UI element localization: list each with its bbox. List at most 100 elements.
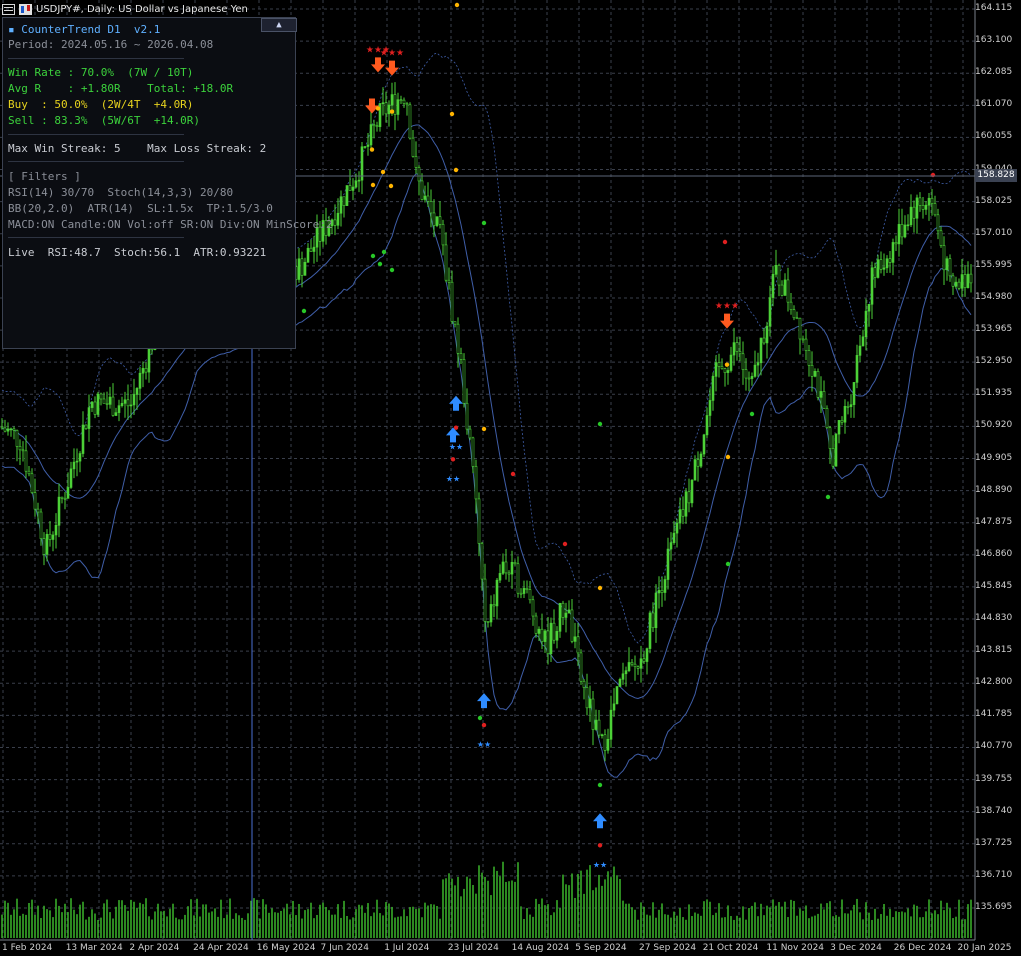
candle-body — [576, 636, 580, 654]
candle-body — [885, 258, 889, 269]
price-tick-label: 137.725 — [975, 837, 1013, 848]
date-tick-label: 1 Jul 2024 — [384, 943, 430, 953]
chart-title: USDJPY#, Daily: US Dollar vs Japanese Ye… — [36, 3, 248, 15]
candle-body — [507, 572, 511, 575]
candle-body — [930, 197, 934, 204]
price-tick-label: 135.695 — [975, 902, 1013, 912]
candle-body — [723, 368, 727, 373]
candle-body — [339, 196, 343, 214]
price-tick-label: 140.770 — [975, 741, 1013, 752]
candle-body — [96, 393, 100, 415]
buy-strength-stars: ★★ — [593, 860, 607, 869]
candle-body — [438, 216, 442, 225]
price-tick-label: 148.890 — [975, 484, 1013, 495]
candle-body — [909, 206, 913, 226]
signal-dot — [725, 561, 731, 567]
candle-body — [360, 146, 364, 181]
candle-body — [54, 524, 58, 536]
candle-body — [741, 353, 745, 370]
signal-dot — [725, 454, 731, 460]
panel-divider — [8, 58, 184, 59]
candle-body — [801, 338, 805, 341]
signal-dot — [301, 308, 307, 314]
candle-body — [831, 448, 835, 467]
candle-body — [951, 275, 955, 287]
price-tick-label: 139.755 — [975, 773, 1013, 784]
candle-body — [564, 612, 568, 618]
candle-body — [123, 399, 127, 404]
price-tick-label: 150.920 — [975, 420, 1013, 431]
candle-body — [117, 405, 121, 413]
candle-body — [537, 628, 541, 634]
candle-body — [531, 599, 535, 617]
signal-dot — [825, 494, 831, 500]
candle-body — [639, 658, 643, 669]
candle-body — [837, 420, 841, 435]
candle-body — [33, 492, 37, 510]
candle-body — [462, 359, 466, 404]
price-tick-label: 164.115 — [975, 3, 1013, 13]
candle-body — [72, 461, 76, 470]
candle-body — [726, 370, 730, 373]
candle-body — [825, 408, 829, 429]
date-tick-label: 21 Oct 2024 — [702, 943, 759, 953]
candle-body — [708, 400, 712, 416]
candle-body — [849, 404, 853, 407]
candle-body — [129, 404, 133, 407]
candle-body — [309, 247, 313, 252]
candle-body — [6, 428, 10, 432]
candle-body — [516, 563, 520, 594]
candle-body — [483, 578, 487, 622]
candle-body — [354, 180, 358, 188]
buy-arrow-icon — [446, 427, 460, 443]
candle-body — [771, 274, 775, 298]
candle-body — [897, 224, 901, 245]
candle-body — [570, 609, 574, 642]
streak-stats: Max Win Streak: 5 Max Loss Streak: 2 — [8, 142, 267, 155]
candle-body — [75, 460, 79, 463]
candle-body — [375, 125, 379, 128]
panel-divider — [8, 134, 184, 135]
candle-body — [363, 146, 367, 148]
candle-body — [906, 224, 910, 227]
candle-body — [459, 353, 463, 360]
candle-body — [891, 242, 895, 263]
chart-window-icon[interactable] — [2, 3, 15, 15]
signal-dot — [380, 169, 386, 175]
signal-dot — [370, 253, 376, 259]
candle-body — [510, 561, 514, 575]
panel-collapse-button[interactable]: ▲ — [261, 18, 297, 32]
candle-body — [765, 325, 769, 344]
signal-dot — [597, 421, 603, 427]
candle-body — [30, 473, 34, 493]
price-tick-label: 157.010 — [975, 227, 1013, 238]
candle-body — [921, 205, 925, 210]
candle-body — [66, 487, 70, 499]
exit-dot — [724, 362, 730, 367]
candle-body — [744, 369, 748, 379]
candle-body — [498, 573, 502, 581]
candle-body — [441, 223, 445, 246]
candle-body — [627, 662, 631, 671]
candle-body — [471, 437, 475, 467]
candle-body — [9, 428, 13, 431]
candle-body — [120, 403, 124, 406]
candle-body — [444, 244, 448, 281]
candle-body — [504, 561, 508, 574]
candle-body — [78, 453, 82, 462]
candle-body — [738, 351, 742, 355]
candle-body — [39, 511, 43, 539]
price-tick-label: 145.845 — [975, 580, 1013, 591]
candle-body — [402, 99, 406, 104]
signal-dot — [562, 541, 568, 547]
candle-body — [636, 666, 640, 669]
sell-arrow-icon — [371, 57, 385, 73]
price-tick-label: 162.085 — [975, 67, 1013, 78]
price-tick-label: 152.950 — [975, 356, 1013, 367]
candle-body — [393, 94, 397, 115]
candle-body — [588, 698, 592, 709]
candle-body — [426, 195, 430, 202]
candle-body — [513, 561, 517, 565]
sell-arrow-icon — [365, 98, 379, 114]
candle-body — [492, 604, 496, 607]
